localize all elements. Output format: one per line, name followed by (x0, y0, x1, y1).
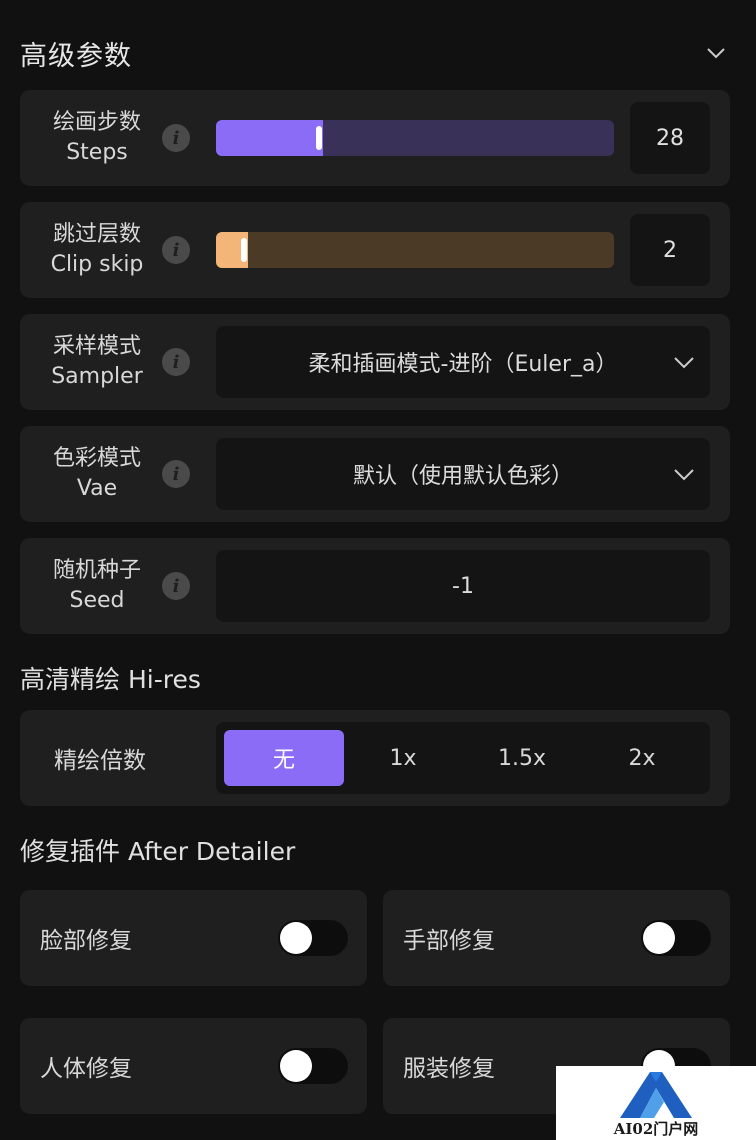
param-label: 色彩模式 Vae (20, 426, 174, 522)
hires-row: 精绘倍数 无 1x 1.5x 2x (20, 710, 730, 806)
section-title: 高级参数 (20, 40, 132, 72)
param-label: 随机种子 Seed (20, 538, 174, 634)
param-label-en: Sampler (51, 364, 143, 389)
param-row-seed: 随机种子 Seed i -1 (20, 538, 730, 634)
param-row-sampler: 采样模式 Sampler i 柔和插画模式-进阶（Euler_a） (20, 314, 730, 410)
hires-label: 精绘倍数 (54, 748, 146, 774)
clip-skip-value-input[interactable]: 2 (630, 214, 710, 286)
chevron-down-icon[interactable] (704, 41, 728, 65)
param-label: 采样模式 Sampler (20, 314, 174, 410)
info-icon[interactable]: i (162, 124, 190, 152)
hires-option-1-5x[interactable]: 1.5x (462, 730, 582, 786)
toggle-knob (643, 922, 675, 954)
hand-fix-toggle[interactable] (641, 920, 711, 956)
steps-slider[interactable] (216, 120, 614, 156)
param-label: 绘画步数 Steps (20, 90, 174, 186)
slider-handle[interactable] (316, 126, 323, 150)
toggle-label: 脸部修复 (40, 928, 132, 954)
sampler-select[interactable]: 柔和插画模式-进阶（Euler_a） (216, 326, 710, 398)
watermark-text: AI02门户网 (613, 1120, 699, 1138)
watermark: AI02门户网 (556, 1066, 756, 1140)
param-label-cn: 色彩模式 (52, 446, 141, 471)
hires-option-none[interactable]: 无 (224, 730, 344, 786)
param-label-en: Vae (76, 476, 118, 501)
vae-selected-value: 默认（使用默认色彩） (352, 464, 573, 489)
hires-title: 高清精绘 Hi-res (20, 665, 201, 694)
clip-skip-slider[interactable] (216, 232, 614, 268)
toggle-label: 手部修复 (403, 928, 495, 954)
info-icon[interactable]: i (162, 236, 190, 264)
param-label-en: Seed (69, 588, 125, 613)
sampler-selected-value: 柔和插画模式-进阶（Euler_a） (308, 352, 618, 377)
param-row-clip-skip: 跳过层数 Clip skip i 2 (20, 202, 730, 298)
info-icon[interactable]: i (162, 572, 190, 600)
toggle-knob (280, 1050, 312, 1082)
param-label: 跳过层数 Clip skip (20, 202, 174, 298)
hires-option-2x[interactable]: 2x (582, 730, 702, 786)
watermark-logo-icon (620, 1072, 692, 1118)
body-fix-toggle[interactable] (278, 1048, 348, 1084)
param-label-en: Steps (66, 140, 128, 165)
advanced-params-header[interactable]: 高级参数 (20, 30, 736, 76)
param-row-vae: 色彩模式 Vae i 默认（使用默认色彩） (20, 426, 730, 522)
toggle-label: 服装修复 (403, 1056, 495, 1082)
param-label-cn: 跳过层数 (52, 222, 141, 247)
slider-handle[interactable] (240, 238, 247, 262)
param-label-en: Clip skip (50, 252, 144, 277)
info-icon[interactable]: i (162, 348, 190, 376)
chevron-down-icon (674, 357, 694, 369)
toggle-label: 人体修复 (40, 1056, 132, 1082)
seed-input[interactable]: -1 (216, 550, 710, 622)
face-fix-card: 脸部修复 (20, 890, 367, 986)
param-label-cn: 随机种子 (52, 558, 141, 583)
param-label-cn: 采样模式 (52, 334, 141, 359)
slider-fill (216, 120, 324, 156)
toggle-knob (280, 922, 312, 954)
hires-option-1x[interactable]: 1x (343, 730, 463, 786)
face-fix-toggle[interactable] (278, 920, 348, 956)
seed-value: -1 (452, 573, 474, 599)
param-row-steps: 绘画步数 Steps i 28 (20, 90, 730, 186)
steps-value-input[interactable]: 28 (630, 102, 710, 174)
vae-select[interactable]: 默认（使用默认色彩） (216, 438, 710, 510)
detailer-title: 修复插件 After Detailer (20, 837, 296, 866)
chevron-down-icon (674, 469, 694, 481)
body-fix-card: 人体修复 (20, 1018, 367, 1114)
info-icon[interactable]: i (162, 460, 190, 488)
param-label-cn: 绘画步数 (52, 110, 141, 135)
hand-fix-card: 手部修复 (383, 890, 730, 986)
hires-segmented-control: 无 1x 1.5x 2x (216, 722, 710, 794)
